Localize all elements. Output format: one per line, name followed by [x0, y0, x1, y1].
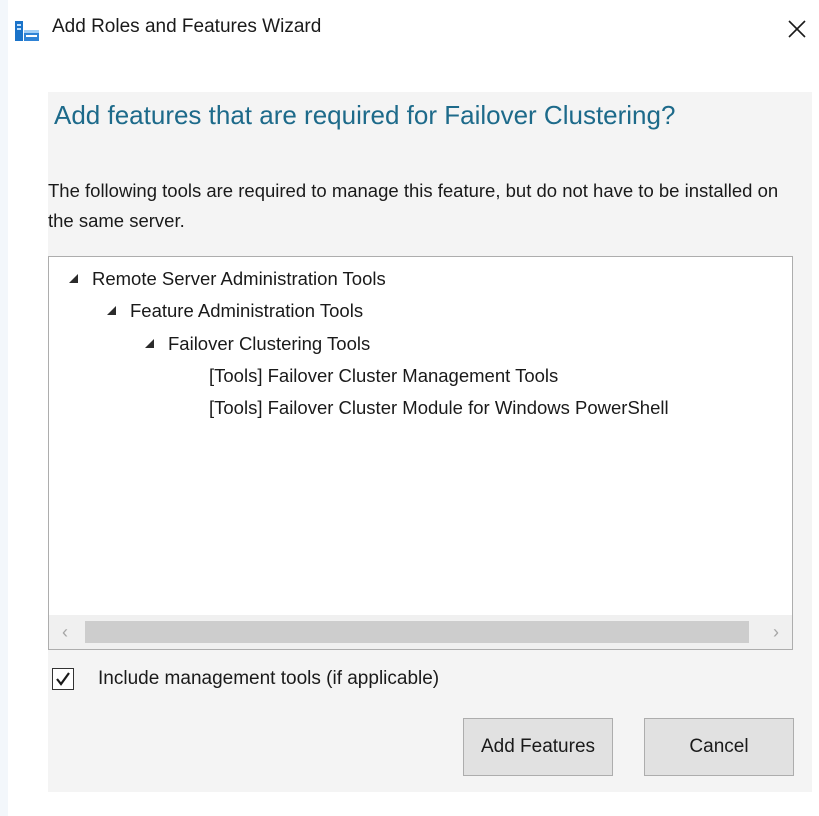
expanded-triangle-icon[interactable]: [107, 306, 116, 315]
tree-item-feature-administration-tools[interactable]: Feature Administration Tools: [107, 296, 363, 326]
wizard-window: Add Roles and Features Wizard Add featur…: [0, 0, 819, 816]
title-bar: Add Roles and Features Wizard: [0, 0, 819, 58]
cancel-button[interactable]: Cancel: [644, 718, 794, 776]
tree-item-label: [Tools] Failover Cluster Management Tool…: [209, 365, 559, 386]
close-icon: [788, 20, 806, 38]
tree-item-failover-clustering-tools[interactable]: Failover Clustering Tools: [145, 329, 370, 359]
chevron-left-icon: ‹: [62, 621, 68, 642]
expanded-triangle-icon[interactable]: [69, 274, 78, 283]
tree-item-failover-cluster-module-powershell[interactable]: [Tools] Failover Cluster Module for Wind…: [209, 393, 669, 423]
close-button[interactable]: [780, 12, 814, 46]
dialog-heading: Add features that are required for Failo…: [54, 100, 676, 130]
include-management-tools-label[interactable]: Include management tools (if applicable): [98, 664, 439, 694]
add-features-button[interactable]: Add Features: [463, 718, 613, 776]
checkmark-icon: [56, 672, 70, 686]
server-manager-icon: [14, 20, 40, 42]
tree-item-label: Feature Administration Tools: [130, 300, 364, 321]
tree-item-label: Failover Clustering Tools: [168, 333, 371, 354]
dialog-description: The following tools are required to mana…: [48, 180, 779, 231]
tree-item-label: Remote Server Administration Tools: [92, 268, 386, 289]
scroll-left-button[interactable]: ‹: [49, 615, 81, 649]
scroll-right-button[interactable]: ›: [760, 615, 792, 649]
feature-tree[interactable]: Remote Server Administration Tools Featu…: [48, 256, 793, 650]
window-title: Add Roles and Features Wizard: [52, 16, 322, 37]
include-management-tools-checkbox[interactable]: [52, 668, 74, 690]
tree-item-label: [Tools] Failover Cluster Module for Wind…: [209, 397, 669, 418]
expanded-triangle-icon[interactable]: [145, 339, 154, 348]
window-left-edge: [0, 0, 8, 816]
tree-item-remote-server-administration-tools[interactable]: Remote Server Administration Tools: [69, 264, 386, 294]
horizontal-scrollbar[interactable]: ‹ ›: [49, 615, 792, 649]
scrollbar-thumb[interactable]: [85, 621, 749, 643]
tree-item-failover-cluster-management-tools[interactable]: [Tools] Failover Cluster Management Tool…: [209, 361, 558, 391]
chevron-right-icon: ›: [773, 621, 779, 642]
